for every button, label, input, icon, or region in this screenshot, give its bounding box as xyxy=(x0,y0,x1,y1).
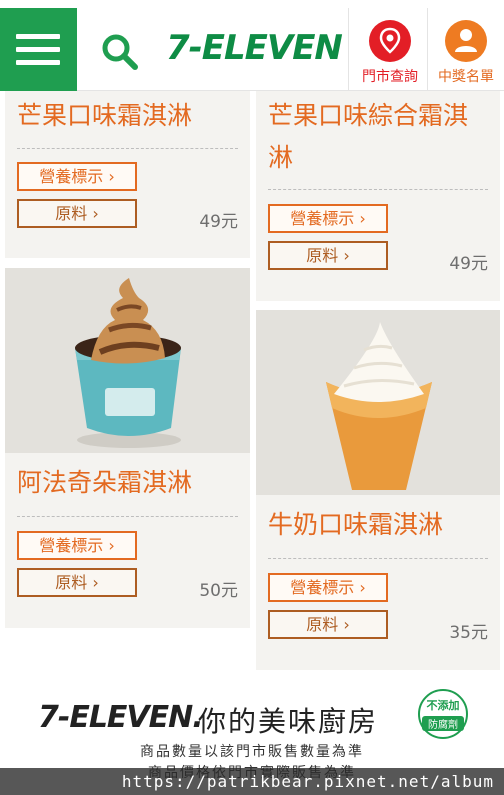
user-icon xyxy=(445,20,487,62)
page: 7-ELEVEN 門市查詢 中獎名單 芒果口味霜淇淋 營養標示 › 原料 › 4… xyxy=(0,0,504,795)
footer-tagline: 你的美味廚房 xyxy=(198,705,379,738)
product-price: 50元 xyxy=(199,581,238,601)
nutrition-facts-button[interactable]: 營養標示 › xyxy=(268,573,388,602)
search-icon xyxy=(102,34,138,70)
no-preservatives-badge: 不添加 防腐劑 xyxy=(418,689,468,739)
badge-text-top: 不添加 xyxy=(426,699,460,712)
product-price: 35元 xyxy=(449,623,488,643)
quantity-note: 商品數量以該門市販售數量為準 xyxy=(140,744,364,760)
product-name: 芒果口味綜合霜淇淋 xyxy=(268,101,469,172)
ingredients-button[interactable]: 原料 › xyxy=(17,568,137,597)
dashed-divider xyxy=(268,189,488,190)
product-card: 芒果口味霜淇淋 營養標示 › 原料 › 49元 xyxy=(5,91,250,258)
winners-list-button[interactable]: 中獎名單 xyxy=(429,10,503,90)
product-card: 芒果口味綜合霜淇淋 營養標示 › 原料 › 49元 xyxy=(256,91,500,301)
product-image[interactable] xyxy=(256,310,500,495)
product-name: 牛奶口味霜淇淋 xyxy=(268,510,444,539)
ingredients-button[interactable]: 原料 › xyxy=(17,199,137,228)
product-card: 阿法奇朵霜淇淋 營養標示 › 原料 › 50元 xyxy=(5,268,250,628)
milk-cone-image xyxy=(256,310,500,495)
affogato-cup-image xyxy=(5,268,250,453)
dashed-divider xyxy=(17,148,238,149)
dashed-divider xyxy=(268,558,488,559)
nutrition-facts-button[interactable]: 營養標示 › xyxy=(17,531,137,560)
hamburger-menu-button[interactable] xyxy=(0,8,77,91)
header-divider xyxy=(427,8,428,91)
product-name: 芒果口味霜淇淋 xyxy=(17,101,193,130)
product-name: 阿法奇朵霜淇淋 xyxy=(17,468,193,497)
product-image[interactable] xyxy=(5,268,250,453)
search-button[interactable] xyxy=(100,32,140,72)
badge-text-bottom: 防腐劑 xyxy=(422,716,464,731)
ingredients-button[interactable]: 原料 › xyxy=(268,610,388,639)
brand-logo[interactable]: 7-ELEVEN xyxy=(166,28,343,68)
menu-bar-icon xyxy=(16,60,60,65)
store-locator-button[interactable]: 門市查詢 xyxy=(353,10,427,90)
product-price: 49元 xyxy=(199,212,238,232)
nutrition-facts-button[interactable]: 營養標示 › xyxy=(268,204,388,233)
map-pin-icon xyxy=(369,20,411,62)
nutrition-facts-button[interactable]: 營養標示 › xyxy=(17,162,137,191)
winners-list-label: 中獎名單 xyxy=(438,69,494,85)
store-locator-label: 門市查詢 xyxy=(362,69,418,85)
header-divider xyxy=(348,8,349,91)
watermark: https://patrikbear.pixnet.net/album xyxy=(0,768,504,795)
menu-bar-icon xyxy=(16,34,60,39)
dashed-divider xyxy=(17,516,238,517)
product-card: 牛奶口味霜淇淋 營養標示 › 原料 › 35元 xyxy=(256,310,500,670)
product-price: 49元 xyxy=(449,254,488,274)
menu-bar-icon xyxy=(16,47,60,52)
ingredients-button[interactable]: 原料 › xyxy=(268,241,388,270)
footer-logo: 7-ELEVEN. xyxy=(38,700,204,735)
top-header: 7-ELEVEN 門市查詢 中獎名單 xyxy=(0,0,504,91)
